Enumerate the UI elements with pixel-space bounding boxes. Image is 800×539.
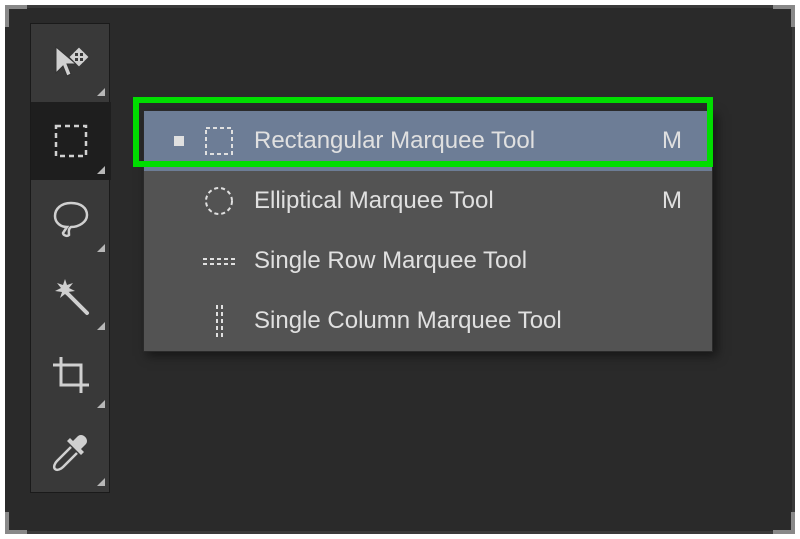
move-tool[interactable]	[31, 24, 111, 102]
rect-marquee-icon	[194, 125, 244, 157]
flyout-indicator-icon	[97, 322, 105, 330]
menu-item-single-row-marquee[interactable]: Single Row Marquee Tool	[144, 231, 712, 291]
marquee-flyout-menu: Rectangular Marquee Tool M Elliptical Ma…	[143, 110, 713, 352]
flyout-indicator-icon	[97, 400, 105, 408]
app-frame: Rectangular Marquee Tool M Elliptical Ma…	[5, 5, 795, 534]
lasso-icon	[51, 199, 91, 239]
rect-marquee-icon	[51, 121, 91, 161]
menu-item-shortcut: M	[652, 127, 692, 155]
menu-item-elliptical-marquee[interactable]: Elliptical Marquee Tool M	[144, 171, 712, 231]
marquee-tool[interactable]	[31, 102, 111, 180]
elliptical-marquee-icon	[194, 185, 244, 217]
crop-icon	[51, 355, 91, 395]
flyout-indicator-icon	[97, 244, 105, 252]
corner-marker-icon	[5, 512, 27, 534]
single-column-marquee-icon	[194, 303, 244, 339]
selected-marker-icon	[174, 136, 184, 146]
magic-wand-icon	[51, 277, 91, 317]
selected-marker	[164, 136, 194, 146]
menu-item-label: Rectangular Marquee Tool	[244, 127, 652, 155]
move-icon	[51, 43, 91, 83]
menu-item-single-column-marquee[interactable]: Single Column Marquee Tool	[144, 291, 712, 351]
menu-item-rectangular-marquee[interactable]: Rectangular Marquee Tool M	[144, 111, 712, 171]
eyedropper-icon	[51, 433, 91, 473]
flyout-indicator-icon	[97, 166, 105, 174]
single-row-marquee-icon	[194, 253, 244, 269]
tools-panel	[30, 23, 110, 493]
lasso-tool[interactable]	[31, 180, 111, 258]
eyedropper-tool[interactable]	[31, 414, 111, 492]
corner-marker-icon	[5, 5, 27, 27]
flyout-indicator-icon	[97, 478, 105, 486]
menu-item-shortcut: M	[652, 187, 692, 215]
corner-marker-icon	[773, 5, 795, 27]
corner-marker-icon	[773, 512, 795, 534]
crop-tool[interactable]	[31, 336, 111, 414]
menu-item-label: Elliptical Marquee Tool	[244, 187, 652, 215]
magic-wand-tool[interactable]	[31, 258, 111, 336]
menu-item-label: Single Row Marquee Tool	[244, 247, 652, 275]
menu-item-label: Single Column Marquee Tool	[244, 307, 652, 335]
flyout-indicator-icon	[97, 88, 105, 96]
